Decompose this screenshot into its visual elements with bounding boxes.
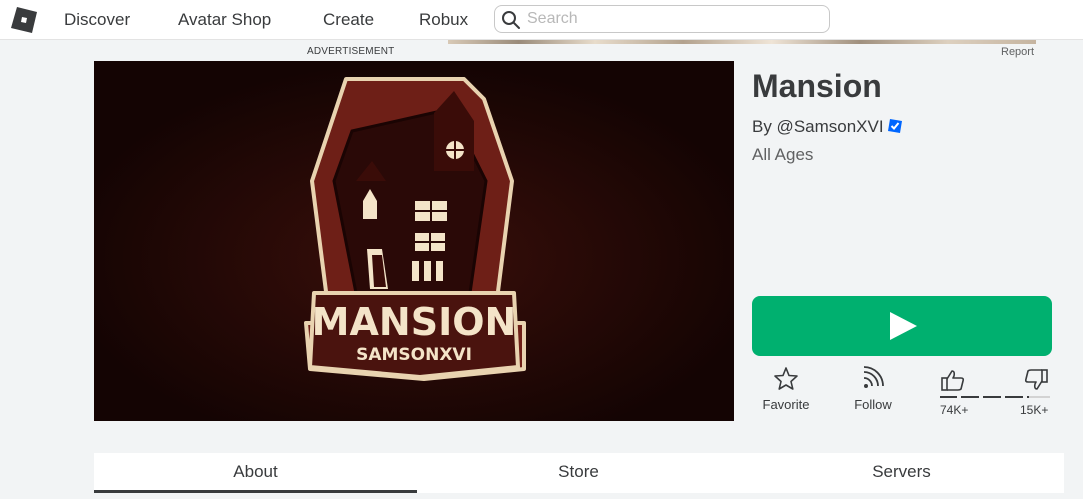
logo-subtitle-text: SAMSONXVI [356,345,472,365]
thumbs-up-icon [941,370,965,391]
downvote-count: 15K+ [1020,403,1049,417]
tab-servers[interactable]: Servers [740,453,1063,493]
follow-label: Follow [854,397,892,412]
vote-ratio-bar [940,396,1050,398]
tab-store[interactable]: Store [417,453,740,493]
upvote-button[interactable] [940,368,966,397]
mansion-logo-artwork: MANSION SAMSONXVI [94,61,734,421]
nav-discover[interactable]: Discover [64,0,130,40]
nav-robux[interactable]: Robux [419,0,468,40]
creator-line: By @SamsonXVI [752,117,903,137]
search-icon [502,11,520,29]
follow-rss-icon [863,366,884,388]
advertisement-banner[interactable] [448,40,1036,44]
downvote-button[interactable] [1023,368,1049,397]
favorite-label: Favorite [762,397,810,412]
logo-title-text: MANSION [312,300,517,344]
tab-about[interactable]: About [94,453,417,493]
game-thumbnail[interactable]: MANSION SAMSONXVI [94,61,734,421]
advertisement-label: ADVERTISEMENT [307,46,395,57]
age-rating: All Ages [752,145,814,164]
favorite-button[interactable]: Favorite [758,366,814,412]
creator-link[interactable]: By @SamsonXVI [752,117,884,136]
play-icon [890,312,917,340]
star-icon [774,367,798,390]
search-box[interactable] [494,5,830,33]
upvote-count: 74K+ [940,403,969,417]
roblox-logo-icon[interactable] [10,6,38,34]
game-tabs: About Store Servers [94,453,1064,493]
nav-create[interactable]: Create [323,0,374,40]
nav-avatar-shop[interactable]: Avatar Shop [178,0,271,40]
follow-button[interactable]: Follow [848,366,898,412]
verified-badge-icon [887,119,902,133]
thumbs-down-icon [1024,369,1048,390]
play-button[interactable] [752,296,1052,356]
top-navigation: Discover Avatar Shop Create Robux [0,0,1083,40]
report-ad-link[interactable]: Report [1001,46,1034,58]
search-input[interactable] [527,9,823,29]
game-title: Mansion [752,68,882,104]
